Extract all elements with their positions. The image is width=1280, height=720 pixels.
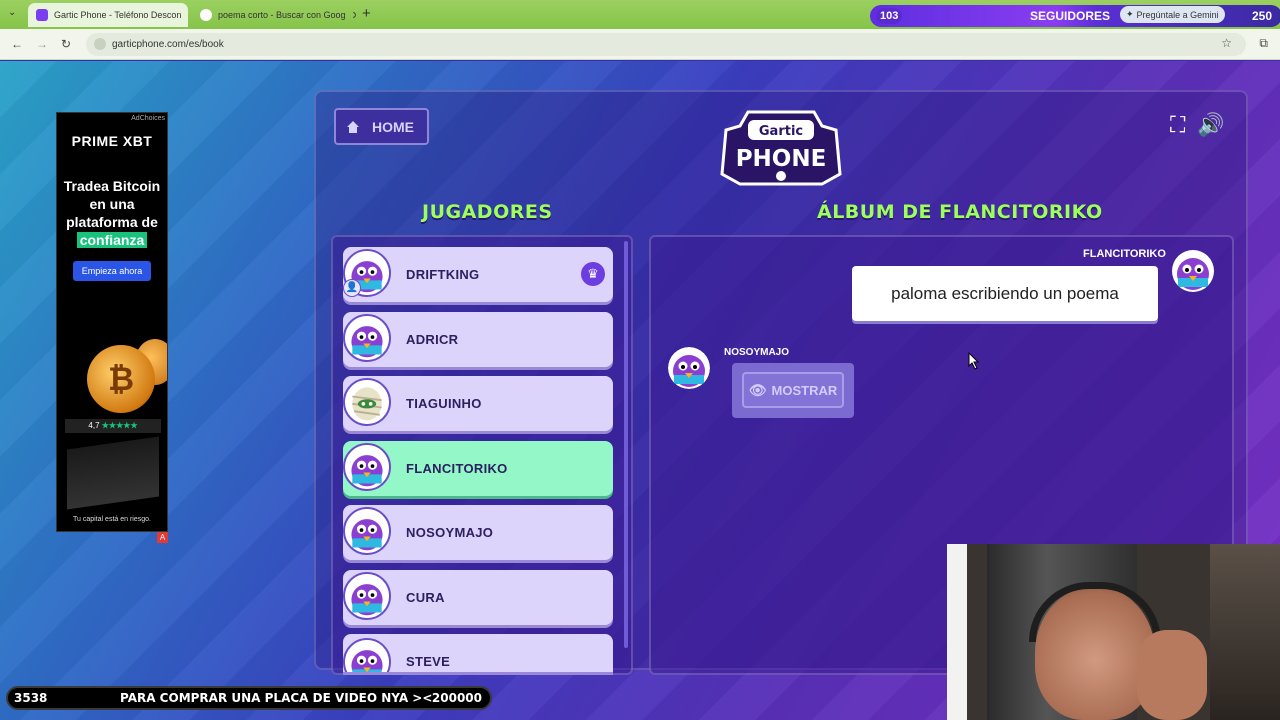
bird-avatar xyxy=(343,507,391,555)
ad-cta-button[interactable]: Empieza ahora xyxy=(73,261,151,281)
new-tab-icon[interactable]: + xyxy=(362,5,371,22)
tab-gartic-phone[interactable]: Gartic Phone - Teléfono Descon ✕ xyxy=(28,3,188,27)
ad-rating: 4,7 ★★★★★ xyxy=(65,419,161,433)
bird-avatar xyxy=(343,638,391,672)
gemini-sparkle-icon: ✦ xyxy=(1126,9,1134,19)
album-heading: ÁLBUM DE FLANCITORIKO xyxy=(817,201,1103,223)
eye-icon: 👁 xyxy=(748,381,767,398)
goal-target: 200000 xyxy=(431,691,482,705)
top-icons: ⛶ 🔊 xyxy=(1170,112,1225,138)
player-row-tiaguinho[interactable]: TIAGUINHO xyxy=(343,376,613,431)
ad-highlight: confianza xyxy=(76,232,148,248)
home-icon xyxy=(347,120,359,133)
ad-brand: PRIME XBT xyxy=(71,133,153,149)
bird-avatar xyxy=(343,314,391,362)
reload-icon[interactable]: ↻ xyxy=(61,37,71,51)
bird-avatar xyxy=(343,572,391,620)
user-icon: 👤 xyxy=(343,279,361,297)
entry-author: NOSOYMAJO xyxy=(724,347,790,358)
svg-text:PHONE: PHONE xyxy=(736,146,827,172)
gartic-favicon-icon xyxy=(36,9,48,21)
browser-tab-bar: ⌄ Gartic Phone - Teléfono Descon ✕ poema… xyxy=(0,0,1280,29)
bookmark-star-icon[interactable]: ☆ xyxy=(1221,36,1232,50)
player-name: DRIFTKING xyxy=(406,267,480,282)
url-field[interactable]: garticphone.com/es/book xyxy=(86,33,1246,56)
player-row-cura[interactable]: CURA xyxy=(343,570,613,625)
gartic-phone-logo: Gartic PHONE xyxy=(720,110,842,186)
player-name: TIAGUINHO xyxy=(406,396,482,411)
player-row-steve[interactable]: STEVE xyxy=(343,634,613,672)
site-info-icon[interactable] xyxy=(94,38,106,50)
bird-avatar xyxy=(343,443,391,491)
forward-icon[interactable]: → xyxy=(36,37,48,51)
streamer-hand xyxy=(1137,630,1207,720)
extensions-icon[interactable]: ⧉ xyxy=(1259,36,1268,51)
ad-choices[interactable]: AdChoices xyxy=(131,115,165,122)
player-name: CURA xyxy=(406,590,445,605)
entry-text-bubble: paloma escribiendo un poema xyxy=(852,266,1158,321)
bird-avatar xyxy=(1172,250,1214,292)
mouse-cursor-icon xyxy=(968,352,980,370)
tab-title: poema corto - Buscar con Goog xyxy=(218,10,346,20)
player-row-flancitoriko[interactable]: FLANCITORIKO xyxy=(343,441,613,496)
bird-avatar xyxy=(668,347,710,389)
player-name: NOSOYMAJO xyxy=(406,525,494,540)
stream-goal-bar: 3538 PARA COMPRAR UNA PLACA DE VIDEO NYA… xyxy=(6,686,492,710)
mummy-avatar xyxy=(343,378,391,426)
player-row-nosoymajo[interactable]: NOSOYMAJO xyxy=(343,505,613,560)
ad-flag-icon[interactable]: A xyxy=(157,532,168,543)
google-favicon-icon xyxy=(200,9,212,21)
players-heading: JUGADORES xyxy=(422,201,553,223)
tab-google-search[interactable]: poema corto - Buscar con Goog ✕ xyxy=(192,3,356,27)
followers-current: 103 xyxy=(876,8,903,24)
ad-headline: Tradea Bitcoin en una plataforma de conf… xyxy=(63,178,161,248)
player-name: ADRICR xyxy=(406,332,459,347)
tab-search-icon[interactable]: ⌄ xyxy=(8,7,16,18)
fullscreen-icon[interactable]: ⛶ xyxy=(1170,112,1185,138)
svg-text:Gartic: Gartic xyxy=(759,124,803,139)
advertisement[interactable]: AdChoices PRIME XBT Tradea Bitcoin en un… xyxy=(56,112,168,532)
player-row-adricr[interactable]: ADRICR xyxy=(343,312,613,367)
show-button[interactable]: 👁 MOSTRAR xyxy=(742,372,844,408)
tab-title: Gartic Phone - Teléfono Descon xyxy=(54,10,182,20)
rating-stars-icon: ★★★★★ xyxy=(101,421,138,430)
volume-icon[interactable]: 🔊 xyxy=(1197,112,1224,138)
url-text: garticphone.com/es/book xyxy=(112,39,224,50)
ad-disclaimer: Tu capital está en riesgo. xyxy=(73,516,151,523)
close-tab-icon[interactable]: ✕ xyxy=(181,9,188,22)
show-label: MOSTRAR xyxy=(771,382,838,398)
close-tab-icon[interactable]: ✕ xyxy=(346,9,356,22)
gemini-label: Pregúntale a Gemini xyxy=(1136,9,1219,20)
crown-icon: ♛ xyxy=(581,262,605,286)
phone-graphic xyxy=(67,436,159,510)
followers-label: SEGUIDORES xyxy=(1030,9,1111,23)
address-bar-row: ← → ↻ garticphone.com/es/book ☆ ⧉ xyxy=(0,29,1280,60)
goal-current: 3538 xyxy=(14,691,48,705)
player-row-driftking[interactable]: 👤 DRIFTKING ♛ xyxy=(343,247,613,302)
player-name: FLANCITORIKO xyxy=(406,461,508,476)
player-name: STEVE xyxy=(406,654,451,669)
followers-goal: 250 xyxy=(1251,9,1272,23)
gemini-button[interactable]: ✦ Pregúntale a Gemini xyxy=(1120,6,1225,23)
home-button[interactable]: HOME xyxy=(334,108,429,145)
home-label: HOME xyxy=(372,118,414,135)
players-scrollbar[interactable] xyxy=(624,241,628,648)
bitcoin-coin-icon: ₿ xyxy=(87,345,155,413)
webcam-overlay xyxy=(947,544,1280,720)
goal-text: PARA COMPRAR UNA PLACA DE VIDEO NYA >< xyxy=(120,691,433,705)
back-icon[interactable]: ← xyxy=(11,37,23,51)
entry-author: FLANCITORIKO xyxy=(1083,248,1166,260)
